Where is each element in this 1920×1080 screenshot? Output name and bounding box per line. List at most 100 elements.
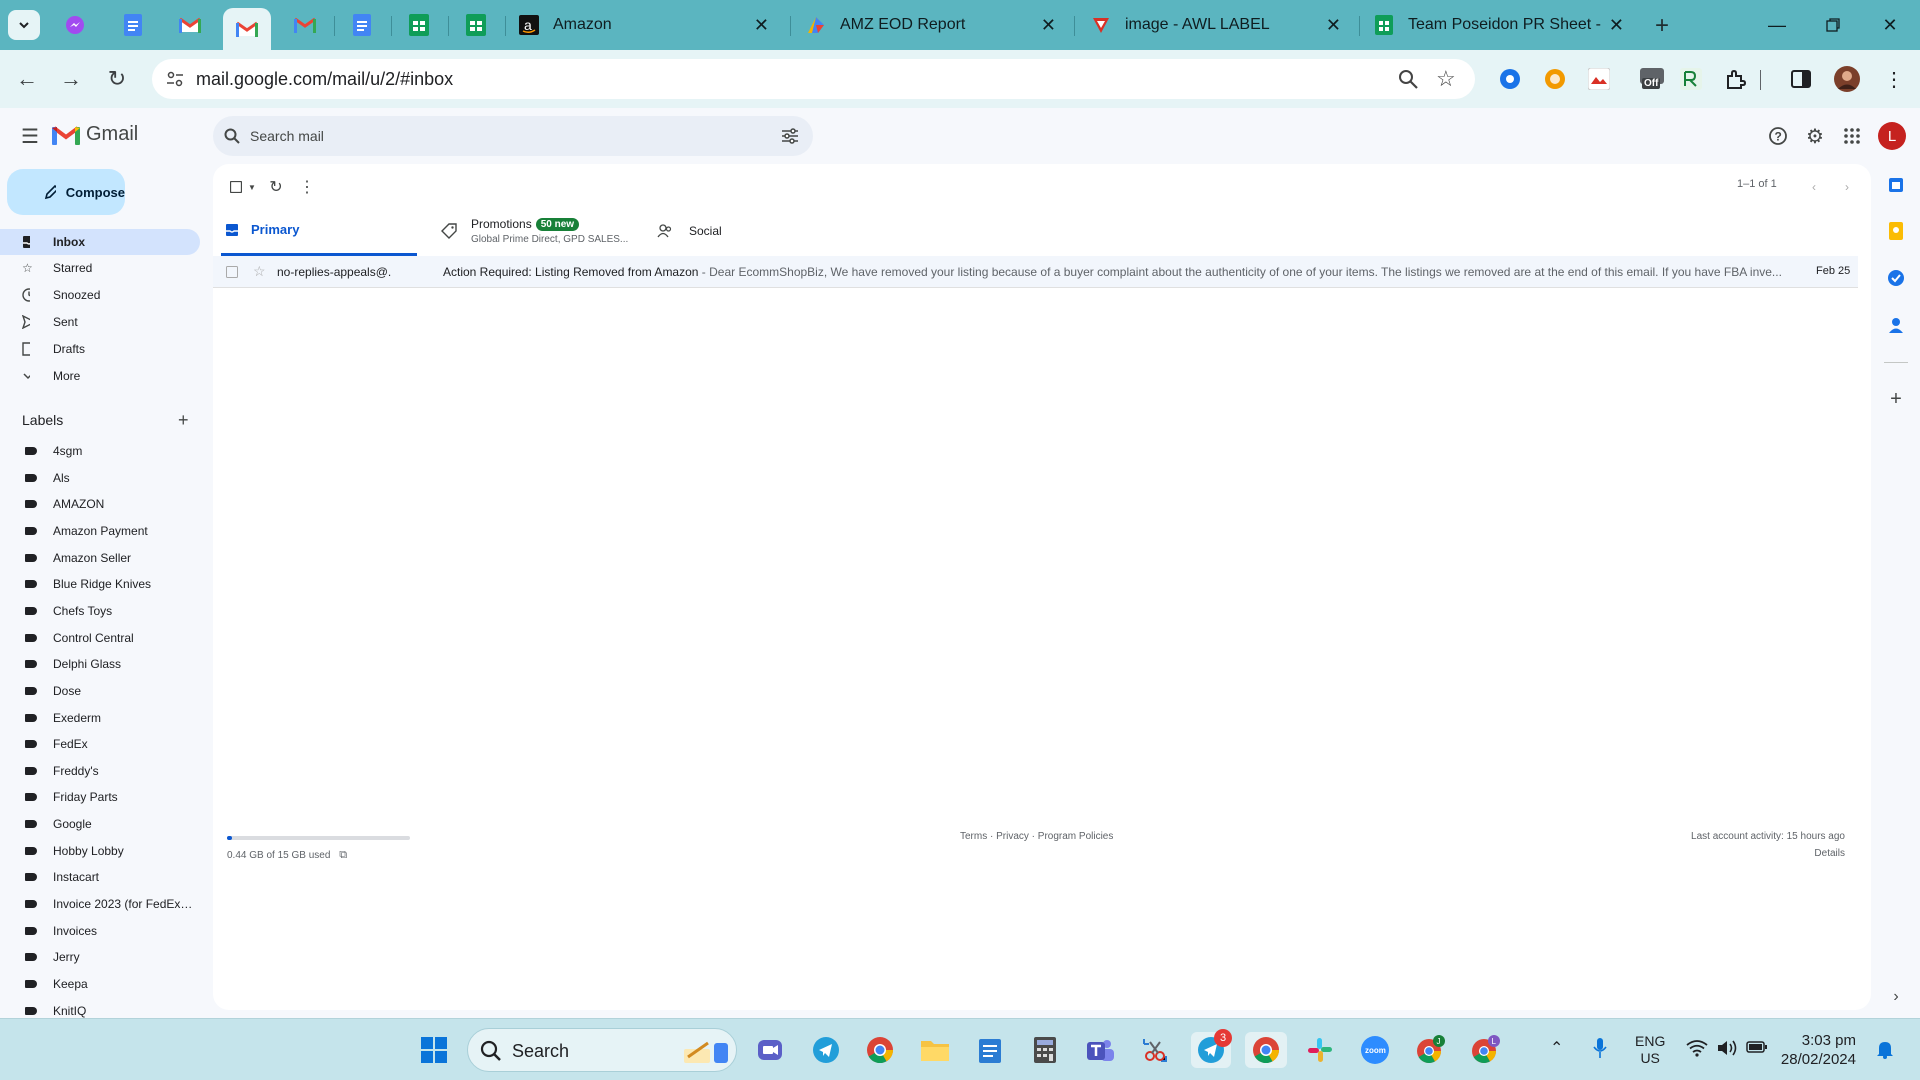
label-item[interactable]: Amazon Seller (0, 547, 200, 569)
close-icon[interactable]: ✕ (754, 15, 769, 36)
nav-item-more[interactable]: More (0, 363, 200, 389)
network-button[interactable] (1686, 1039, 1708, 1061)
extension-1[interactable] (1497, 66, 1523, 92)
pinned-tab-messenger[interactable] (60, 10, 90, 40)
row-checkbox[interactable] (226, 266, 238, 278)
taskbar-zoom[interactable]: zoom (1357, 1032, 1393, 1068)
taskbar-telegram[interactable] (808, 1032, 844, 1068)
pinned-tab-sheets-1[interactable] (404, 10, 434, 40)
taskbar-file-explorer[interactable] (917, 1032, 953, 1068)
nav-item-inbox[interactable]: Inbox (0, 229, 200, 255)
start-button[interactable] (416, 1032, 452, 1068)
label-item[interactable]: Freddy's (0, 760, 200, 782)
older-button[interactable]: › (1836, 176, 1858, 198)
label-item[interactable]: Invoices (0, 920, 200, 942)
label-item[interactable]: Google (0, 813, 200, 835)
label-item[interactable]: FedEx (0, 733, 200, 755)
nav-item-snoozed[interactable]: Snoozed (0, 282, 200, 308)
calendar-addon[interactable] (1883, 172, 1909, 198)
get-addons-button[interactable]: + (1883, 386, 1909, 412)
pinned-tab-docs-1[interactable] (118, 10, 148, 40)
label-item[interactable]: Chefs Toys (0, 600, 200, 622)
search-bar[interactable]: Search mail (213, 116, 813, 156)
main-menu-button[interactable]: ☰ (18, 124, 42, 148)
compose-button[interactable]: Compose (7, 169, 125, 215)
extension-5[interactable] (1678, 66, 1704, 92)
search-icon[interactable] (224, 128, 240, 144)
extensions-button[interactable] (1722, 66, 1748, 92)
label-item[interactable]: Blue Ridge Knives (0, 573, 200, 595)
details-link[interactable]: Details (1814, 848, 1845, 859)
notifications-button[interactable] (1876, 1039, 1894, 1063)
taskbar-notepad[interactable] (972, 1032, 1008, 1068)
apps-button[interactable] (1840, 124, 1864, 148)
label-item[interactable]: Jerry (0, 946, 200, 968)
tab-amz-eod-report[interactable]: AMZ EOD Report ✕ (796, 8, 1066, 42)
extension-3[interactable] (1586, 66, 1612, 92)
close-icon[interactable]: ✕ (1041, 15, 1056, 36)
taskbar-meet[interactable] (752, 1032, 788, 1068)
volume-button[interactable] (1716, 1038, 1738, 1062)
label-item[interactable]: Amazon Payment (0, 520, 200, 542)
tray-overflow-button[interactable]: ⌃ (1550, 1038, 1563, 1058)
address-bar[interactable]: mail.google.com/mail/u/2/#inbox ☆ (152, 59, 1475, 99)
label-item[interactable]: Exederm (0, 707, 200, 729)
taskbar-chrome-active[interactable] (1245, 1032, 1287, 1068)
pinned-tab-gmail-2[interactable] (290, 10, 320, 40)
extension-2[interactable] (1542, 66, 1568, 92)
show-side-panel-button[interactable]: › (1883, 984, 1909, 1010)
tab-social[interactable]: Social (657, 206, 807, 256)
nav-item-drafts[interactable]: Drafts (0, 336, 200, 362)
keep-addon[interactable] (1883, 218, 1909, 244)
language-indicator[interactable]: ENG US (1635, 1033, 1665, 1067)
back-button[interactable]: ← (12, 64, 42, 94)
footer-links[interactable]: Terms · Privacy · Program Policies (960, 831, 1113, 842)
tab-team-poseidon[interactable]: Team Poseidon PR Sheet - Go ✕ (1364, 8, 1634, 42)
label-item[interactable]: Keepa (0, 973, 200, 995)
label-item[interactable]: Delphi Glass (0, 653, 200, 675)
taskbar-chrome-profile-l[interactable]: L (1467, 1032, 1503, 1068)
taskbar-chrome-profile-j[interactable]: J (1412, 1032, 1448, 1068)
browser-menu-button[interactable]: ⋮ (1881, 66, 1907, 92)
search-options-icon[interactable] (781, 128, 799, 144)
support-button[interactable]: ? (1766, 124, 1790, 148)
taskbar-teams[interactable] (1082, 1032, 1118, 1068)
microphone-button[interactable] (1592, 1037, 1608, 1063)
new-tab-button[interactable]: + (1648, 12, 1676, 40)
label-item[interactable]: 4sgm (0, 440, 200, 462)
pinned-tab-gmail-active[interactable] (223, 8, 271, 50)
extension-4[interactable]: Off (1636, 66, 1670, 92)
label-item[interactable]: Instacart (0, 866, 200, 888)
more-actions-button[interactable]: ⋮ (296, 176, 318, 198)
refresh-button[interactable]: ↻ (265, 176, 287, 198)
close-window-button[interactable]: ✕ (1862, 0, 1918, 50)
select-menu-button[interactable]: ▼ (241, 176, 263, 198)
close-icon[interactable]: ✕ (1609, 15, 1624, 36)
tab-awl-label[interactable]: image - AWL LABEL ✕ (1081, 8, 1351, 42)
taskbar-search[interactable]: Search (467, 1028, 737, 1072)
taskbar-snipping-tool[interactable] (1137, 1032, 1173, 1068)
label-item[interactable]: Dose (0, 680, 200, 702)
label-item[interactable]: Control Central (0, 627, 200, 649)
zoom-icon[interactable] (1397, 68, 1419, 90)
account-avatar[interactable]: L (1878, 122, 1906, 150)
settings-button[interactable]: ⚙ (1803, 124, 1827, 148)
label-item[interactable]: AMAZON (0, 493, 200, 515)
taskbar-slack[interactable] (1302, 1032, 1338, 1068)
label-item[interactable]: Friday Parts (0, 786, 200, 808)
taskbar-telegram-2[interactable]: 3 (1191, 1029, 1232, 1068)
nav-item-starred[interactable]: ☆ Starred (0, 255, 200, 281)
tab-amazon[interactable]: a Amazon ✕ (509, 8, 779, 42)
gmail-logo[interactable]: Gmail (52, 123, 138, 146)
taskbar-chrome[interactable] (862, 1032, 898, 1068)
label-item[interactable]: Als (0, 467, 200, 489)
label-item[interactable]: Invoice 2023 (for FedEx ... (0, 893, 200, 915)
clock[interactable]: 3:03 pm 28/02/2024 (1780, 1031, 1856, 1069)
star-icon[interactable]: ☆ (253, 263, 266, 280)
nav-item-sent[interactable]: Sent (0, 309, 200, 335)
table-row[interactable]: ☆ no-replies-appeals@. Action Required: … (213, 256, 1858, 288)
minimize-button[interactable]: — (1749, 0, 1805, 50)
tab-search-button[interactable] (8, 10, 40, 40)
newer-button[interactable]: ‹ (1803, 176, 1825, 198)
label-item[interactable]: Hobby Lobby (0, 840, 200, 862)
